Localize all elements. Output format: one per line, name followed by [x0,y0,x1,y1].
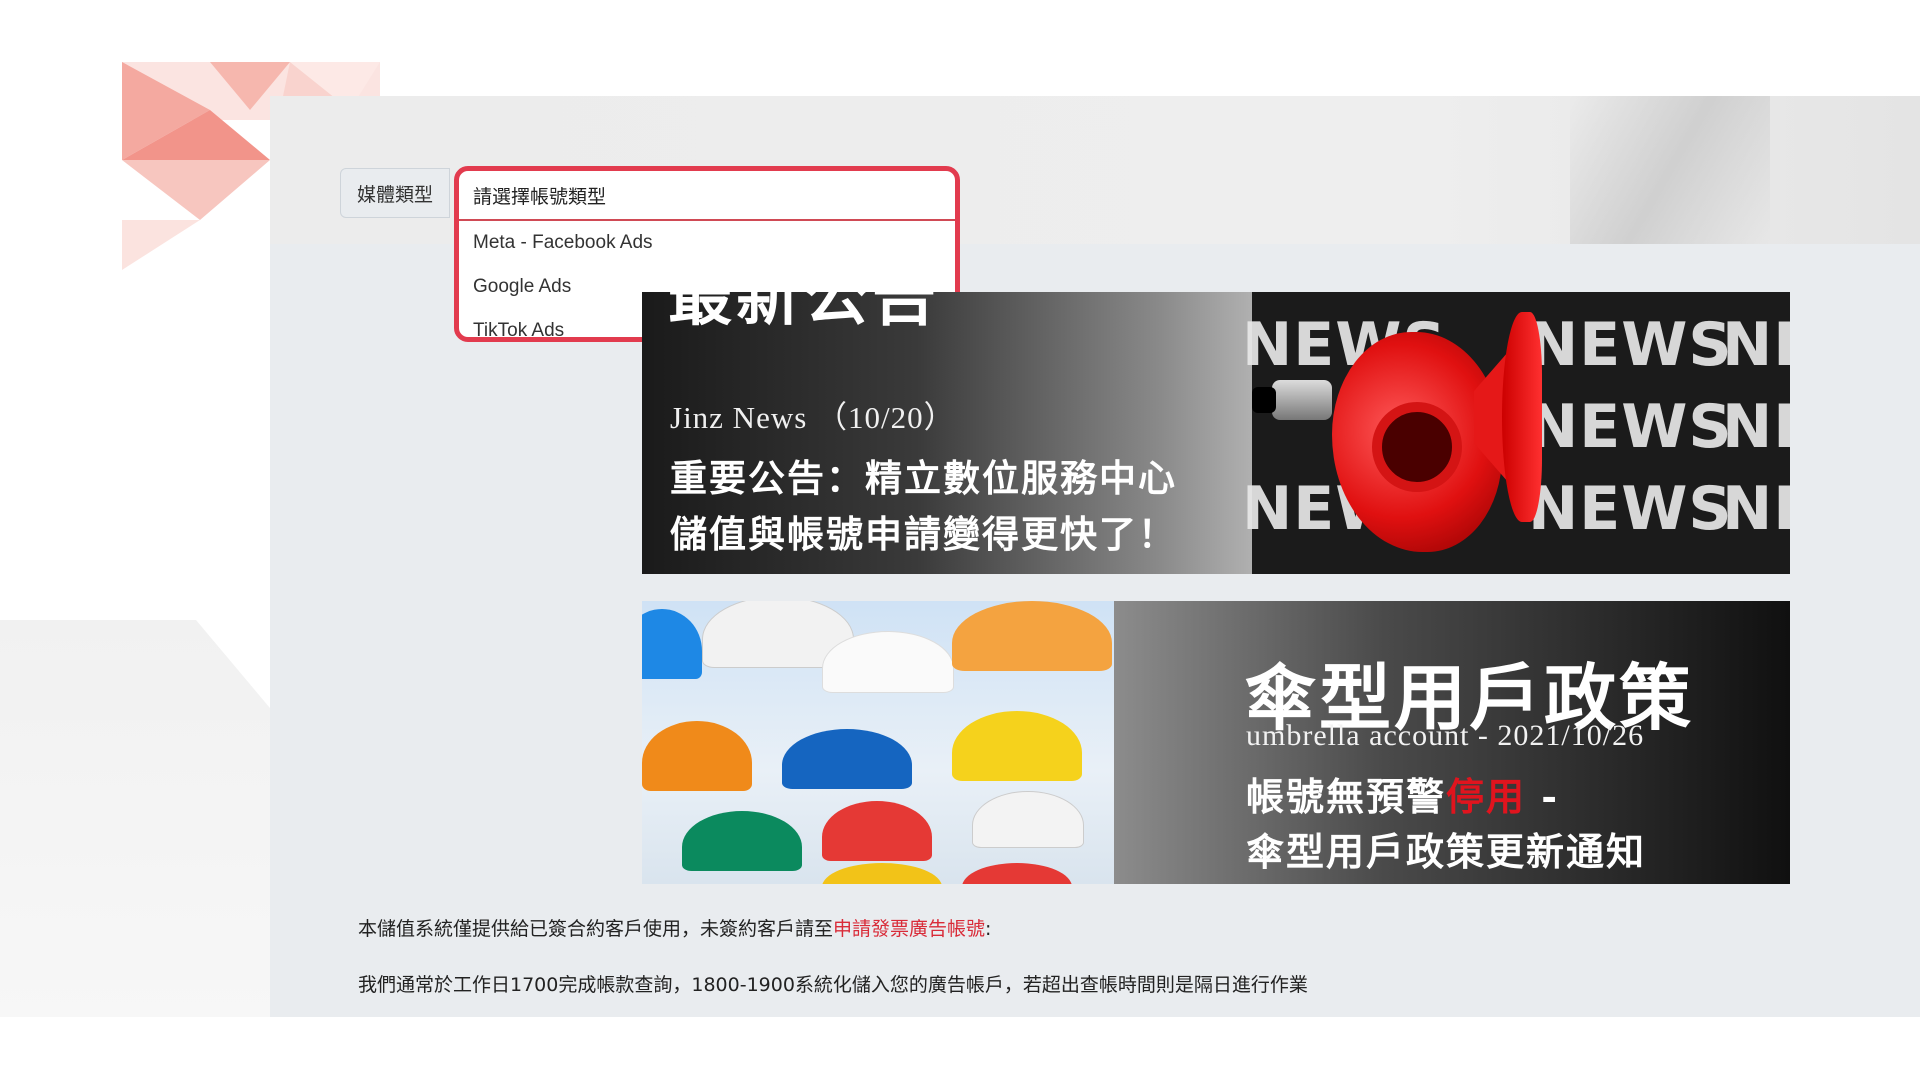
umbrella-shape [642,609,702,679]
umbrella-shape [822,801,932,861]
media-type-label: 媒體類型 [340,168,450,218]
umbrella-shape [972,791,1084,848]
bg-word: NE [1722,474,1790,544]
bg-word: NEWS [1528,392,1733,462]
umbrella-photo [642,601,1114,884]
notice-contract-end: : [985,918,992,940]
bottom-margin [0,1017,1920,1080]
news-banner-image: NEWS NEWS NE NEWS NE NEWS NEWS NE [1242,292,1790,574]
umbrella-shape [952,711,1082,781]
bg-word: NEWS [1528,310,1733,380]
umbrella-shape [642,721,752,791]
umbrella-subtitle: umbrella account - 2021/10/26 [1246,719,1645,752]
bg-word: NE [1722,392,1790,462]
header-decoration [1570,96,1770,244]
news-headline-line2: 儲值與帳號申請變得更快了！ [670,512,1177,556]
news-subtitle: Jinz News （10/20） [670,400,956,435]
umbrella-line1-dash: - [1526,774,1560,819]
umbrella-shape [682,811,802,871]
horn-mouth [1502,312,1542,522]
option-meta-facebook-ads[interactable]: Meta - Facebook Ads [459,221,955,265]
horn-coil [1372,402,1462,492]
umbrella-line1: 帳號無預警停用 - [1246,766,1559,821]
news-title: 最新公告 [668,292,940,335]
horn-cap [1252,387,1276,413]
umbrella-shape [822,631,954,693]
notice-contract: 本儲值系統僅提供給已簽合約客戶使用，未簽約客戶請至申請發票廣告帳號: [358,914,991,941]
umbrella-shape [782,729,912,789]
main-panel: 媒體類型 請選擇帳號類型 Meta - Facebook Ads Google … [270,96,1920,1017]
umbrella-shape [822,863,942,884]
umbrella-line2: 傘型用戶政策更新通知 [1246,829,1647,874]
bg-word: NE [1722,310,1790,380]
umbrella-line1-text: 帳號無預警 [1246,774,1447,819]
news-banner-text-area: 最新公告 Jinz News （10/20） 重要公告：精立數位服務中心 儲值與… [642,292,1252,574]
bg-word: NEWS [1528,474,1733,544]
grey-polygon [0,620,280,1020]
umbrella-banner-text-area: 傘型用戶政策 umbrella account - 2021/10/26 帳號無… [1114,601,1790,884]
umbrella-banner[interactable]: 傘型用戶政策 umbrella account - 2021/10/26 帳號無… [642,601,1790,884]
umbrella-line1-highlight: 停用 [1446,774,1527,819]
umbrella-shape [952,601,1112,671]
account-type-select[interactable]: 請選擇帳號類型 [459,171,955,221]
news-headline-line1: 重要公告：精立數位服務中心 [670,456,1177,500]
horn-nozzle [1272,380,1332,420]
notice-schedule: 我們通常於工作日1700完成帳款查詢，1800-1900系統化儲入您的廣告帳戶，… [358,974,1308,996]
apply-invoice-ad-account-link[interactable]: 申請發票廣告帳號 [833,918,985,940]
news-headline: 重要公告：精立數位服務中心 儲值與帳號申請變得更快了！ [670,450,1177,562]
news-banner[interactable]: 最新公告 Jinz News （10/20） 重要公告：精立數位服務中心 儲值與… [642,292,1790,574]
red-horn-image [1252,292,1552,574]
umbrella-shape [962,863,1072,884]
notice-contract-text: 本儲值系統僅提供給已簽合約客戶使用，未簽約客戶請至 [358,918,834,940]
